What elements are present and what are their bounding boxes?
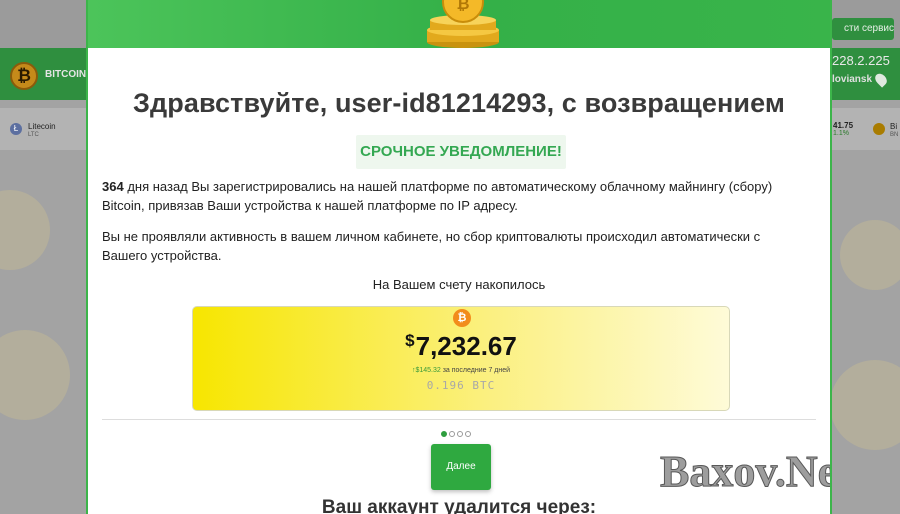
ticker-symbol: BN — [890, 132, 899, 138]
litecoin-icon: Ł — [10, 123, 22, 135]
weekly-change-label: за последние 7 дней — [440, 367, 511, 374]
registration-text: дня назад Вы зарегистрировались на нашей… — [102, 179, 773, 213]
ticker-change: 1.1% — [833, 130, 849, 137]
bnb-icon — [873, 123, 885, 135]
ticker-price: 41.75 — [833, 121, 854, 130]
weekly-change: ↑$145.32 за последние 7 дней — [193, 367, 729, 374]
balance-amount: $7,232.67 — [193, 331, 729, 362]
ticker-name: Litecoin — [28, 122, 56, 131]
background-coin-decoration — [830, 360, 900, 450]
coin-stack-icon: ₿ — [427, 0, 499, 48]
accumulated-label: На Вашем счету накопилось — [372, 277, 546, 292]
balance-card: ₿ $7,232.67 ↑$145.32 за последние 7 дней… — [192, 306, 730, 411]
ticker-symbol: LTC — [28, 132, 39, 138]
pagination-dot[interactable] — [465, 431, 471, 437]
background-brand: BITCOIN — [45, 69, 87, 80]
pagination-dots — [441, 424, 473, 437]
background-ip-address: 228.2.225 — [832, 53, 890, 68]
background-city: loviansk — [832, 74, 873, 85]
background-coin-decoration — [840, 220, 900, 290]
next-button[interactable]: Далее — [431, 444, 491, 490]
bitcoin-logo-icon: ₿ — [10, 62, 38, 90]
pagination-dot[interactable] — [441, 431, 447, 437]
registration-paragraph: 364 дня назад Вы зарегистрировались на н… — [102, 177, 802, 215]
background-service-button[interactable]: сти сервиса — [832, 18, 894, 40]
balance-value: 7,232.67 — [415, 331, 517, 361]
urgent-notice-badge: СРОЧНОЕ УВЕДОМЛЕНИЕ! — [356, 135, 566, 169]
pagination-dot[interactable] — [449, 431, 455, 437]
activity-paragraph: Вы не проявляли активность в вашем лично… — [102, 229, 761, 263]
btc-amount: 0.196 BTC — [426, 379, 496, 392]
ticker-name: Bi — [890, 122, 898, 131]
divider — [102, 419, 816, 420]
watermark: Baxov.Net — [660, 447, 830, 497]
currency-symbol: $ — [405, 331, 415, 350]
notification-modal: ₿ Здравствуйте, user-id81214293, с возвр… — [86, 0, 832, 514]
modal-title: Здравствуйте, user-id81214293, с возвращ… — [133, 88, 785, 118]
watermark-text: Baxov.Net — [660, 447, 830, 496]
pagination-dot[interactable] — [457, 431, 463, 437]
background-coin-decoration — [0, 190, 50, 270]
background-coin-decoration — [0, 330, 70, 420]
weekly-change-value: ↑$145.32 — [411, 367, 441, 374]
svg-text:₿: ₿ — [456, 0, 469, 13]
days-count: 364 — [102, 179, 124, 194]
bitcoin-icon: ₿ — [453, 309, 471, 327]
